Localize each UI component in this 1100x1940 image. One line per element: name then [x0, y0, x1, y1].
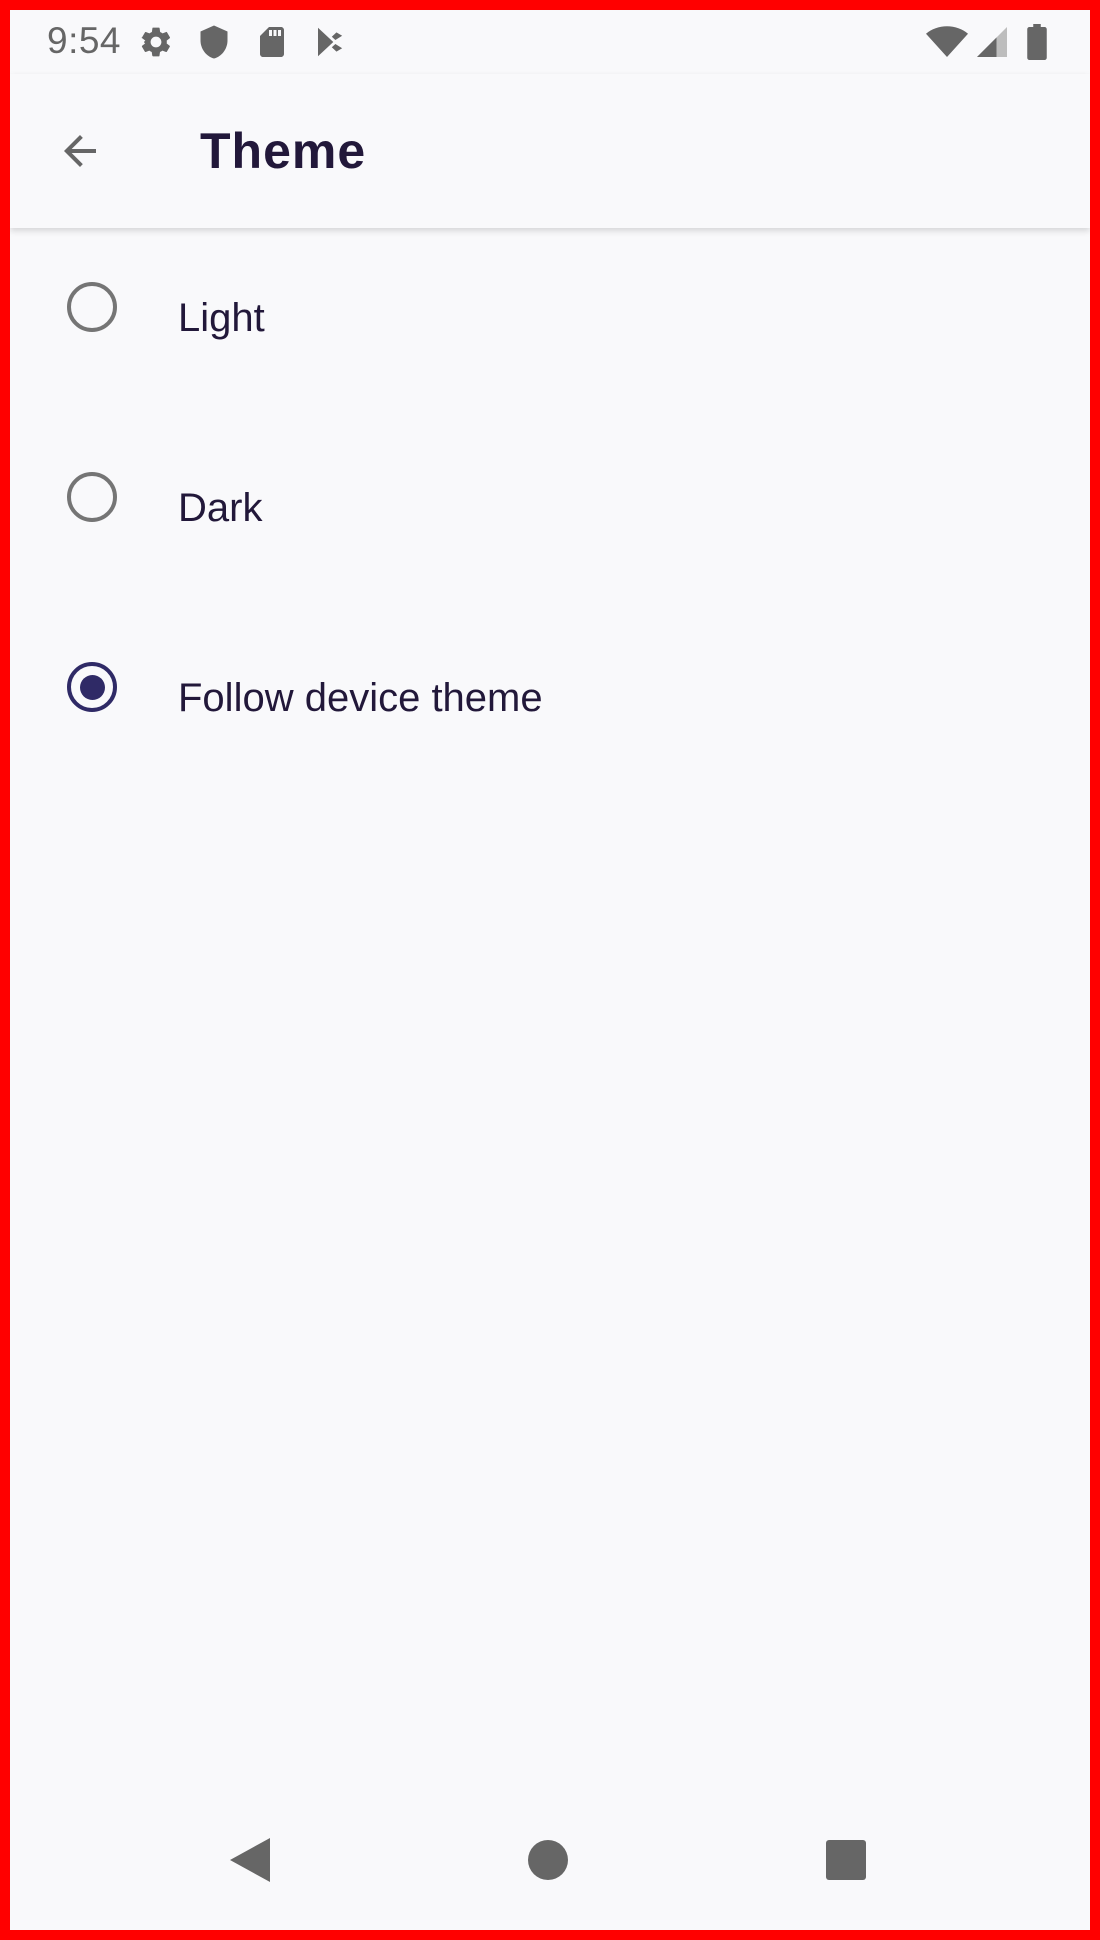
option-label-follow-device: Follow device theme [178, 676, 543, 720]
system-navigation-bar [10, 1810, 1090, 1930]
arrow-left-icon [56, 127, 104, 175]
radio-selected-dot [79, 674, 105, 700]
settings-icon [138, 24, 174, 60]
radio-button-follow-device[interactable] [67, 662, 117, 712]
nav-home-button[interactable] [518, 1830, 578, 1890]
cell-signal-icon [974, 24, 1010, 60]
back-triangle-icon [228, 1836, 272, 1884]
status-bar: 9:54 [10, 10, 1090, 74]
sd-card-icon [254, 24, 290, 60]
play-store-icon [312, 24, 348, 60]
status-time: 9:54 [47, 20, 122, 61]
theme-option-follow-device[interactable]: Follow device theme [10, 608, 1090, 758]
theme-option-light[interactable]: Light [10, 228, 1090, 378]
option-label-light: Light [178, 296, 265, 340]
wifi-icon [926, 24, 968, 60]
option-label-dark: Dark [178, 486, 263, 530]
screen: 9:54 Theme Light Dark Follow device them… [10, 10, 1090, 1930]
theme-option-dark[interactable]: Dark [10, 418, 1090, 568]
page-title: Theme [200, 123, 367, 179]
radio-button-light[interactable] [67, 282, 117, 332]
nav-back-button[interactable] [220, 1830, 280, 1890]
nav-recents-button[interactable] [816, 1830, 876, 1890]
app-bar: Theme [10, 74, 1090, 228]
back-button[interactable] [47, 118, 113, 184]
home-circle-icon [528, 1840, 568, 1880]
recents-square-icon [826, 1840, 866, 1880]
battery-icon [1024, 24, 1050, 60]
shield-icon [196, 24, 232, 60]
radio-button-dark[interactable] [67, 472, 117, 522]
